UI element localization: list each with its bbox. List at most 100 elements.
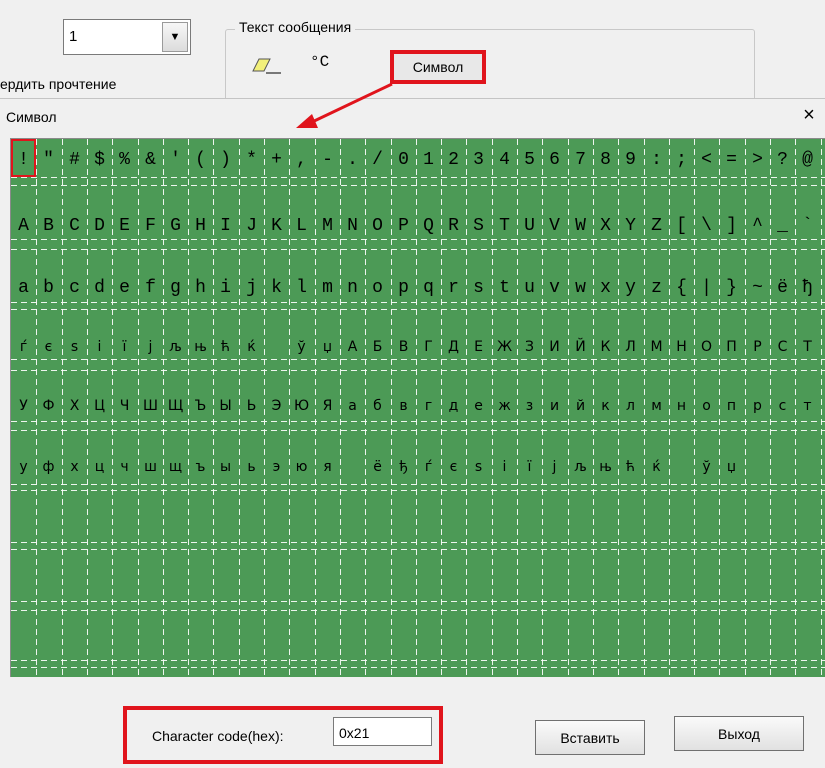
character-cell[interactable]: q (416, 277, 441, 299)
character-cell[interactable]: 3 (466, 149, 491, 171)
character-cell[interactable]: д (441, 395, 466, 417)
character-cell[interactable]: ) (213, 149, 238, 171)
character-cell[interactable]: Ф (36, 395, 61, 417)
character-cell[interactable]: T (492, 215, 517, 237)
character-cell[interactable]: њ (593, 456, 618, 478)
character-cell[interactable]: @ (795, 149, 820, 171)
character-cell[interactable]: ы (213, 456, 238, 478)
character-cell[interactable]: s (466, 277, 491, 299)
character-cell[interactable]: Y (618, 215, 643, 237)
character-cell[interactable]: i (213, 277, 238, 299)
character-cell[interactable]: в (391, 395, 416, 417)
character-cell[interactable]: 8 (593, 149, 618, 171)
character-cell[interactable]: Э (264, 395, 289, 417)
character-cell[interactable]: m (315, 277, 340, 299)
character-cell[interactable]: ш (138, 456, 163, 478)
character-cell[interactable]: Т (795, 336, 820, 358)
character-cell[interactable]: Х (62, 395, 87, 417)
character-cell[interactable]: G (163, 215, 188, 237)
character-cell[interactable]: b (36, 277, 61, 299)
character-cell[interactable]: N (340, 215, 365, 237)
character-cell[interactable]: k (264, 277, 289, 299)
character-cell[interactable]: е (466, 395, 491, 417)
character-cell[interactable]: f (138, 277, 163, 299)
character-cell[interactable]: ў (694, 456, 719, 478)
character-cell[interactable]: 0 (391, 149, 416, 171)
character-cell[interactable]: K (264, 215, 289, 237)
character-cell[interactable]: - (315, 149, 340, 171)
character-cell[interactable]: > (745, 149, 770, 171)
character-cell[interactable]: l (289, 277, 314, 299)
character-cell[interactable]: Ю (289, 395, 314, 417)
character-cell[interactable]: B (36, 215, 61, 237)
character-cell[interactable]: З (517, 336, 542, 358)
character-cell[interactable]: ў (289, 336, 314, 358)
character-cell[interactable]: v (542, 277, 567, 299)
character-cell[interactable]: \ (694, 215, 719, 237)
degree-celsius-button[interactable]: °C (310, 53, 329, 71)
character-cell[interactable]: С (770, 336, 795, 358)
character-cell[interactable]: 5 (517, 149, 542, 171)
character-cell[interactable]: И (542, 336, 567, 358)
character-cell[interactable]: М (644, 336, 669, 358)
character-cell[interactable]: Ь (239, 395, 264, 417)
character-cell[interactable]: ф (36, 456, 61, 478)
character-cell[interactable]: S (466, 215, 491, 237)
character-cell[interactable]: r (441, 277, 466, 299)
character-cell[interactable]: п (719, 395, 744, 417)
character-cell[interactable]: з (517, 395, 542, 417)
character-cell[interactable]: e (112, 277, 137, 299)
character-cell[interactable]: г (416, 395, 441, 417)
character-cell[interactable]: 1 (416, 149, 441, 171)
character-cell[interactable]: g (163, 277, 188, 299)
character-cell[interactable]: ; (669, 149, 694, 171)
character-cell[interactable]: P (391, 215, 416, 237)
character-cell[interactable]: 7 (568, 149, 593, 171)
character-cell[interactable]: U (517, 215, 542, 237)
character-cell[interactable]: ^ (745, 215, 770, 237)
character-cell[interactable]: % (112, 149, 137, 171)
character-cell[interactable]: Д (441, 336, 466, 358)
character-cell[interactable]: H (188, 215, 213, 237)
character-cell[interactable]: Ц (87, 395, 112, 417)
character-cell[interactable]: ( (188, 149, 213, 171)
character-cell[interactable]: р (745, 395, 770, 417)
character-cell[interactable]: ? (770, 149, 795, 171)
character-cell[interactable]: м (644, 395, 669, 417)
character-cell[interactable]: н (669, 395, 694, 417)
character-cell[interactable]: z (644, 277, 669, 299)
character-cell[interactable]: ѕ (62, 336, 87, 358)
character-cell[interactable]: ѓ (416, 456, 441, 478)
character-cell[interactable]: к (593, 395, 618, 417)
character-cell[interactable]: а (340, 395, 365, 417)
character-cell[interactable]: Л (618, 336, 643, 358)
character-cell[interactable]: ї (112, 336, 137, 358)
character-cell[interactable]: К (593, 336, 618, 358)
character-cell[interactable]: ј (138, 336, 163, 358)
character-cell[interactable]: u (517, 277, 542, 299)
character-cell[interactable]: F (138, 215, 163, 237)
character-cell[interactable]: c (62, 277, 87, 299)
character-cell[interactable]: $ (87, 149, 112, 171)
character-cell[interactable]: L (289, 215, 314, 237)
character-grid[interactable]: ! " # $% & '() * +, -./0 1 2 3 4 5 6 7 8 9:; < = >? @ A B C D E F G H… (10, 138, 825, 677)
character-cell[interactable]: _ (770, 215, 795, 237)
character-cell[interactable]: Б (365, 336, 390, 358)
character-cell[interactable]: Ъ (188, 395, 213, 417)
character-cell[interactable]: і (492, 456, 517, 478)
character-cell[interactable]: " (36, 149, 61, 171)
character-cell[interactable]: . (340, 149, 365, 171)
character-cell[interactable]: Ш (138, 395, 163, 417)
character-cell[interactable]: ю (289, 456, 314, 478)
character-cell[interactable]: х (62, 456, 87, 478)
character-cell[interactable]: W (568, 215, 593, 237)
character-cell[interactable]: ѕ (466, 456, 491, 478)
character-cell[interactable]: ї (517, 456, 542, 478)
character-cell[interactable]: x (593, 277, 618, 299)
character-cell[interactable]: { (669, 277, 694, 299)
character-cell[interactable]: w (568, 277, 593, 299)
character-cell[interactable]: Ж (492, 336, 517, 358)
character-cell[interactable]: # (62, 149, 87, 171)
character-cell[interactable]: љ (568, 456, 593, 478)
character-cell[interactable]: ] (719, 215, 744, 237)
